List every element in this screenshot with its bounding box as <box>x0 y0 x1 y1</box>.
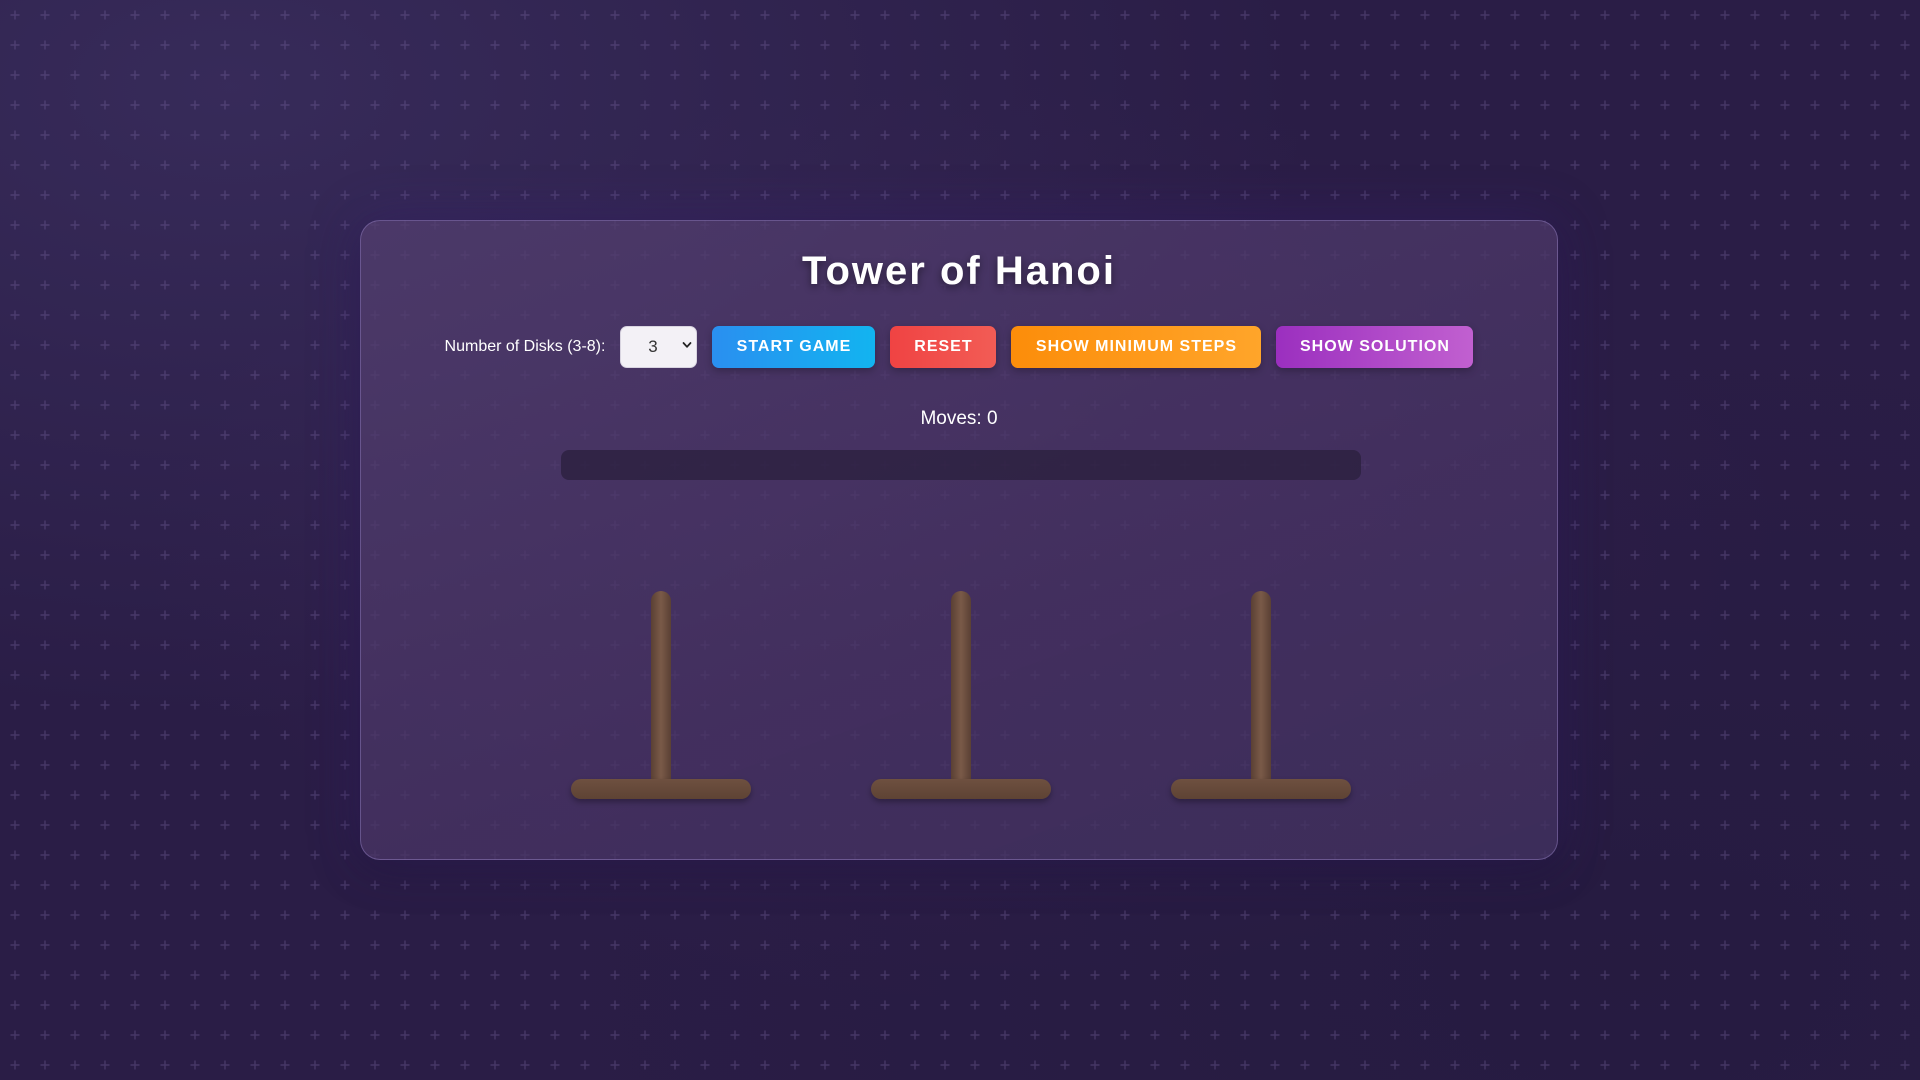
start-game-button[interactable]: START GAME <box>712 326 876 368</box>
chevron-down-icon <box>683 342 692 348</box>
tower-b[interactable] <box>871 591 1051 801</box>
reset-button[interactable]: RESET <box>890 326 997 368</box>
disk-count-select[interactable]: 3 <box>620 326 698 368</box>
tower-base <box>1171 779 1351 799</box>
tower-base <box>571 779 751 799</box>
show-minimum-steps-button[interactable]: SHOW MINIMUM STEPS <box>1011 326 1262 368</box>
disk-count-value: 3 <box>648 337 658 356</box>
page-title: Tower of Hanoi <box>802 249 1116 293</box>
show-solution-button[interactable]: SHOW SOLUTION <box>1276 326 1474 368</box>
tower-a[interactable] <box>571 591 751 801</box>
peg <box>1251 591 1271 791</box>
peg <box>651 591 671 791</box>
peg <box>951 591 971 791</box>
moves-counter: Moves: 0 <box>920 408 998 429</box>
tower-base <box>871 779 1051 799</box>
controls-bar: Number of Disks (3-8): 3 START GAME RESE… <box>361 326 1557 368</box>
game-panel: Tower of Hanoi Number of Disks (3-8): 3 … <box>360 220 1558 860</box>
disk-count-label: Number of Disks (3-8): <box>444 338 606 355</box>
progress-bar <box>561 450 1361 480</box>
tower-c[interactable] <box>1171 591 1351 801</box>
